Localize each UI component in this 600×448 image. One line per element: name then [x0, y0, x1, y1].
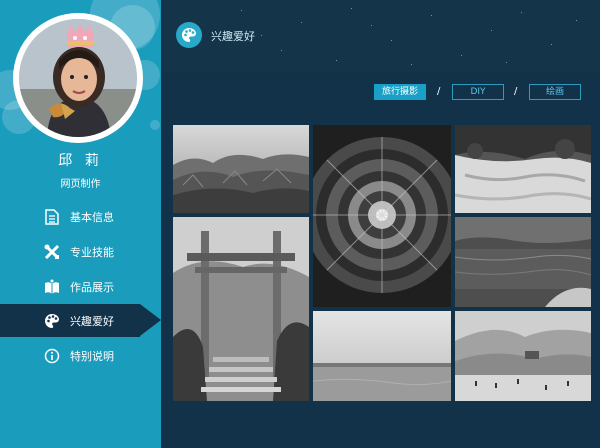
document-icon [44, 208, 60, 225]
sidebar-item-works[interactable]: 作品展示 [0, 270, 161, 303]
star [351, 8, 352, 9]
info-icon [44, 348, 60, 364]
star [431, 15, 432, 16]
sidebar-item-skills[interactable]: 专业技能 [0, 235, 161, 268]
star [336, 60, 337, 61]
gallery-photo-lake-shore[interactable] [455, 217, 591, 307]
tab-separator: / [514, 86, 518, 97]
sidebar-item-hobbies[interactable]: 兴趣爱好 [0, 304, 140, 337]
sidebar-item-label: 专业技能 [70, 245, 114, 259]
sidebar-item-label: 兴趣爱好 [70, 314, 114, 328]
tools-icon [44, 244, 60, 260]
page-header: 兴趣爱好 [161, 0, 600, 73]
star [521, 12, 522, 13]
decor-bubble [150, 120, 160, 130]
app-window: 邱 莉 网页制作 基本信息 专业技能 作品展示 兴趣爱好 特别说明 兴趣爱好 旅… [0, 0, 600, 448]
main-content: 兴趣爱好 旅行摄影 / DIY / 绘画 [161, 0, 600, 448]
star [241, 10, 242, 11]
star [281, 50, 282, 51]
star [491, 30, 492, 31]
star [461, 55, 462, 56]
sidebar-item-label: 特别说明 [70, 349, 114, 363]
sidebar-item-notes[interactable]: 特别说明 [0, 339, 161, 372]
tab-painting[interactable]: 绘画 [529, 84, 581, 100]
profile-role: 网页制作 [60, 179, 101, 190]
star [261, 35, 262, 36]
star [551, 44, 552, 45]
palette-icon [176, 22, 202, 48]
gallery-photo-sea-horizon[interactable] [313, 311, 451, 401]
star [391, 40, 392, 41]
sidebar-item-label: 基本信息 [70, 210, 114, 224]
star [301, 22, 302, 23]
gallery-photo-canyon[interactable] [173, 125, 309, 213]
tab-travel-photography[interactable]: 旅行摄影 [374, 84, 426, 100]
star [411, 64, 412, 65]
sidebar-item-label: 作品展示 [70, 280, 114, 294]
avatar-frame [13, 13, 143, 143]
photo-gallery [173, 125, 591, 401]
gallery-photo-dome-ceiling[interactable] [313, 125, 451, 307]
tab-separator: / [437, 86, 441, 97]
active-indicator-arrow [140, 304, 161, 336]
avatar-portrait [19, 19, 137, 137]
avatar[interactable] [19, 19, 137, 137]
star [576, 20, 577, 21]
profile-name: 邱 莉 [58, 153, 103, 169]
page-title: 兴趣爱好 [211, 30, 255, 43]
star [506, 62, 507, 63]
tab-diy[interactable]: DIY [452, 84, 504, 100]
sidebar-item-basic-info[interactable]: 基本信息 [0, 200, 161, 233]
gallery-photo-waterfall-terrace[interactable] [455, 125, 591, 213]
sidebar: 邱 莉 网页制作 基本信息 专业技能 作品展示 兴趣爱好 特别说明 [0, 0, 161, 448]
palette-icon [44, 313, 60, 329]
book-icon [44, 279, 60, 295]
star [371, 25, 372, 26]
gallery-photo-desert-dunes[interactable] [455, 311, 591, 401]
gallery-photo-stone-gate[interactable] [173, 217, 309, 401]
